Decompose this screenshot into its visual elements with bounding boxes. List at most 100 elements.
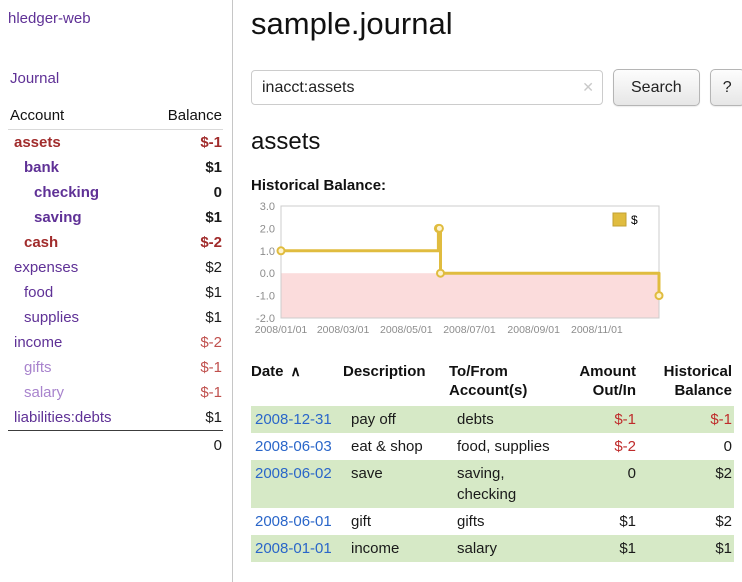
svg-text:1.0: 1.0: [260, 246, 275, 258]
register-row: 2008-12-31 pay off debts $-1 $-1: [251, 406, 734, 433]
register-row: 2008-06-03 eat & shop food, supplies $-2…: [251, 433, 734, 460]
account-row-gifts: gifts $-1: [8, 355, 223, 380]
account-heading: assets: [251, 128, 742, 156]
transaction-description: save: [343, 460, 449, 508]
sidebar: hledger-web Journal Account Balance asse…: [0, 0, 233, 582]
search-input[interactable]: [251, 70, 603, 105]
transaction-balance: $-1: [644, 406, 734, 433]
account-link-salary[interactable]: salary: [24, 384, 64, 401]
header-line: Out/In: [565, 381, 636, 400]
svg-text:3.0: 3.0: [260, 201, 275, 213]
account-row-cash: cash $-2: [8, 230, 223, 255]
account-balance: 0: [146, 180, 223, 205]
account-row-assets: assets $-1: [8, 130, 223, 156]
accounts-header-row: Account Balance: [8, 104, 223, 130]
transaction-accounts: food, supplies: [449, 433, 565, 460]
transaction-balance: 0: [644, 433, 734, 460]
nav-journal-link[interactable]: Journal: [8, 70, 223, 87]
register-header-accounts: To/From Account(s): [449, 360, 565, 406]
account-link-supplies[interactable]: supplies: [24, 309, 79, 326]
header-line: Amount: [565, 362, 636, 381]
account-link-bank[interactable]: bank: [24, 159, 59, 176]
register-header-balance: Historical Balance: [644, 360, 734, 406]
transaction-date-link[interactable]: 2008-01-01: [255, 540, 332, 557]
accounts-total-value: 0: [8, 431, 223, 459]
account-link-food[interactable]: food: [24, 284, 53, 301]
account-balance: $2: [146, 255, 223, 280]
register-row: 2008-06-02 save saving, checking 0 $2: [251, 460, 734, 508]
svg-text:-1.0: -1.0: [256, 291, 275, 303]
register-header-row: Date∧ Description To/From Account(s) Amo…: [251, 360, 734, 406]
historical-balance-chart[interactable]: 3.02.01.00.0-1.0-2.02008/01/012008/03/01…: [251, 200, 742, 347]
svg-text:2008/05/01: 2008/05/01: [380, 324, 433, 336]
account-link-cash[interactable]: cash: [24, 234, 58, 251]
account-balance: $-1: [146, 380, 223, 405]
transaction-accounts: gifts: [449, 508, 565, 535]
transaction-description: gift: [343, 508, 449, 535]
chart-title: Historical Balance:: [251, 177, 742, 194]
account-balance: $1: [146, 205, 223, 230]
svg-text:2008/11/01: 2008/11/01: [571, 324, 623, 336]
account-link-gifts[interactable]: gifts: [24, 359, 52, 376]
account-row-salary: salary $-1: [8, 380, 223, 405]
register-header-date[interactable]: Date∧: [251, 360, 343, 406]
account-balance: $1: [146, 280, 223, 305]
account-link-saving[interactable]: saving: [34, 209, 82, 226]
account-row-supplies: supplies $1: [8, 305, 223, 330]
svg-text:2008/07/01: 2008/07/01: [443, 324, 496, 336]
account-row-checking: checking 0: [8, 180, 223, 205]
accounts-header-balance: Balance: [146, 104, 223, 130]
transaction-description: pay off: [343, 406, 449, 433]
account-link-liabilities-debts[interactable]: liabilities:debts: [14, 409, 112, 426]
account-balance: $1: [146, 155, 223, 180]
account-balance: $-2: [146, 330, 223, 355]
account-balance: $-1: [146, 355, 223, 380]
transaction-amount: $-1: [565, 406, 644, 433]
app-title-link[interactable]: hledger-web: [8, 10, 223, 27]
transaction-amount: $1: [565, 508, 644, 535]
svg-text:2008/01/01: 2008/01/01: [255, 324, 308, 336]
account-row-saving: saving $1: [8, 205, 223, 230]
svg-text:2.0: 2.0: [260, 223, 275, 235]
account-row-expenses: expenses $2: [8, 255, 223, 280]
transaction-description: eat & shop: [343, 433, 449, 460]
account-link-checking[interactable]: checking: [34, 184, 99, 201]
account-balance: $1: [146, 305, 223, 330]
header-line: To/From: [449, 362, 557, 381]
transaction-date-link[interactable]: 2008-06-02: [255, 465, 332, 482]
account-row-liabilities-debts: liabilities:debts $1: [8, 405, 223, 431]
transaction-accounts: salary: [449, 535, 565, 562]
accounts-table: Account Balance assets $-1 bank $1 check…: [8, 104, 223, 458]
transaction-date-link[interactable]: 2008-06-03: [255, 438, 332, 455]
search-button[interactable]: Search: [613, 69, 700, 106]
account-row-food: food $1: [8, 280, 223, 305]
register-row: 2008-01-01 income salary $1 $1: [251, 535, 734, 562]
transaction-description: income: [343, 535, 449, 562]
transaction-amount: $1: [565, 535, 644, 562]
transaction-balance: $1: [644, 535, 734, 562]
svg-text:0.0: 0.0: [260, 268, 275, 280]
svg-text:$: $: [631, 213, 638, 227]
hledger-web-app: hledger-web Journal Account Balance asse…: [0, 0, 742, 582]
header-line: Account(s): [449, 381, 557, 400]
main-content: sample.journal ✕ Search ? assets Histori…: [233, 0, 742, 582]
account-link-income[interactable]: income: [14, 334, 62, 351]
transaction-amount: 0: [565, 460, 644, 508]
accounts-header-account: Account: [8, 104, 146, 130]
balance-chart-svg: 3.02.01.00.0-1.0-2.02008/01/012008/03/01…: [251, 200, 665, 342]
account-link-expenses[interactable]: expenses: [14, 259, 78, 276]
transaction-date-link[interactable]: 2008-06-01: [255, 513, 332, 530]
account-link-assets[interactable]: assets: [14, 134, 61, 151]
register-header-description: Description: [343, 360, 449, 406]
svg-text:2008/03/01: 2008/03/01: [317, 324, 370, 336]
search-box: ✕: [251, 70, 603, 105]
clear-search-icon[interactable]: ✕: [582, 79, 594, 95]
transaction-date-link[interactable]: 2008-12-31: [255, 411, 332, 428]
transaction-balance: $2: [644, 508, 734, 535]
help-button[interactable]: ?: [710, 69, 742, 106]
register-table: Date∧ Description To/From Account(s) Amo…: [251, 360, 734, 562]
transaction-balance: $2: [644, 460, 734, 508]
register-row: 2008-06-01 gift gifts $1 $2: [251, 508, 734, 535]
header-line: Historical: [644, 362, 732, 381]
account-balance: $1: [146, 405, 223, 431]
